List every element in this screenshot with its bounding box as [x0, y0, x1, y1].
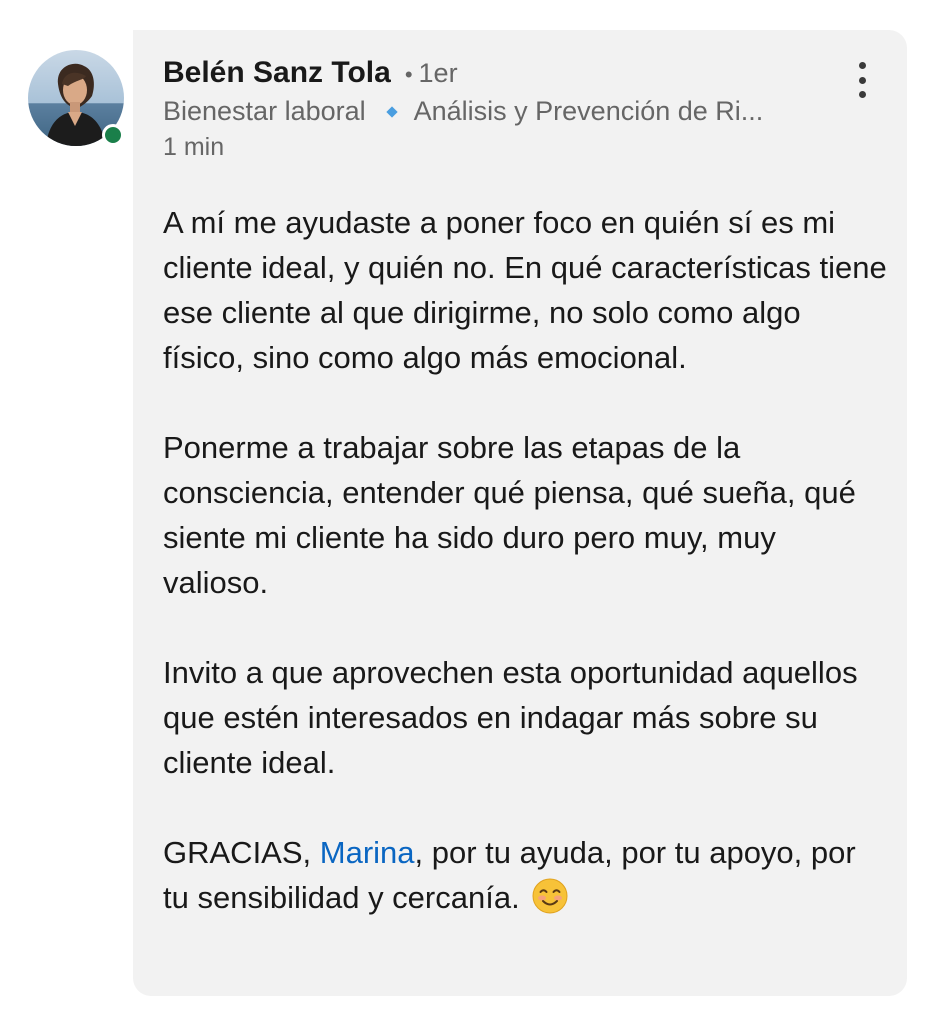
comment-header: Belén Sanz Tola • 1er Bienestar laboral A…: [163, 56, 847, 162]
menu-dot: [858, 91, 866, 98]
comment-screen: Belén Sanz Tola • 1er Bienestar laboral A…: [0, 0, 936, 1024]
smiling-face-icon: [532, 878, 568, 914]
comment-paragraph: Ponerme a trabajar sobre las etapas de l…: [163, 430, 856, 600]
author-line: Belén Sanz Tola • 1er: [163, 56, 847, 90]
mention-link[interactable]: Marina: [320, 835, 415, 870]
headline-part-2: Análisis y Prevención de Ri...: [413, 96, 764, 126]
comment-body: A mí me ayudaste a poner foco en quién s…: [163, 200, 887, 920]
online-status-icon: [102, 124, 124, 146]
headline-part-1: Bienestar laboral: [163, 96, 366, 126]
more-options-icon[interactable]: [855, 62, 869, 98]
comment-bubble: Belén Sanz Tola • 1er Bienestar laboral A…: [133, 30, 907, 996]
separator-dot: •: [404, 62, 413, 87]
menu-dot: [858, 62, 866, 69]
author-headline: Bienestar laboral Análisis y Prevención d…: [163, 96, 847, 127]
comment-paragraph: Invito a que aprovechen esta oportunidad…: [163, 655, 858, 780]
avatar[interactable]: [28, 50, 124, 146]
comment-closing: GRACIAS, Marina, por tu ayuda, por tu ap…: [163, 830, 887, 920]
connection-degree: 1er: [418, 58, 458, 88]
menu-dot: [858, 76, 866, 84]
comment-timestamp: 1 min: [163, 133, 225, 161]
author-name[interactable]: Belén Sanz Tola: [163, 56, 391, 90]
diamond-separator-icon: [385, 106, 398, 118]
comment-paragraph: A mí me ayudaste a poner foco en quién s…: [163, 205, 887, 375]
closing-prefix: GRACIAS,: [163, 835, 320, 870]
